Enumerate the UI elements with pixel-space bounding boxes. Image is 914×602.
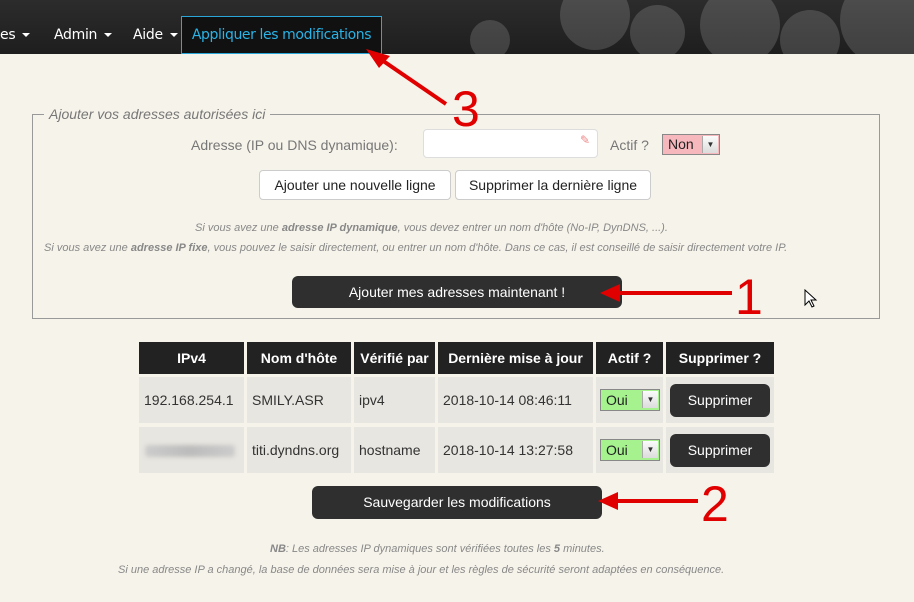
- cell-updated: 2018-10-14 08:46:11: [438, 377, 593, 423]
- bokeh-decoration: [700, 0, 780, 54]
- nav-menu-admin[interactable]: Admin: [54, 16, 113, 54]
- bokeh-decoration: [780, 10, 840, 54]
- row-actif-select[interactable]: Oui ▼: [600, 439, 660, 461]
- chevron-down-icon: ▼: [642, 441, 658, 458]
- row-actif-select[interactable]: Oui ▼: [600, 389, 660, 411]
- note-fixed-ip: Si vous avez une adresse IP fixe, vous p…: [44, 242, 788, 254]
- table-header-actif: Actif ?: [596, 342, 663, 374]
- table-header-verified: Vérifié par: [354, 342, 435, 374]
- add-line-button[interactable]: Ajouter une nouvelle ligne: [259, 170, 451, 200]
- table-header-delete: Supprimer ?: [666, 342, 774, 374]
- table-header-hostname: Nom d'hôte: [247, 342, 351, 374]
- actif-label: Actif ?: [610, 137, 649, 153]
- nav-menu-es[interactable]: es: [0, 16, 31, 54]
- cell-ipv4: 192.168.254.1: [139, 377, 244, 423]
- delete-row-button[interactable]: Supprimer: [670, 384, 770, 417]
- caret-down-icon: [104, 33, 113, 37]
- cell-verified: ipv4: [354, 377, 435, 423]
- caret-down-icon: [169, 33, 178, 37]
- address-input[interactable]: [423, 129, 598, 158]
- fieldset-legend: Ajouter vos adresses autorisées ici: [44, 106, 271, 122]
- bokeh-decoration: [470, 20, 510, 54]
- bokeh-decoration: [560, 0, 630, 50]
- caret-down-icon: [22, 33, 31, 37]
- remove-line-button[interactable]: Supprimer la dernière ligne: [455, 170, 651, 200]
- annotation-number-1: 1: [735, 269, 763, 325]
- pen-icon: ✎: [580, 133, 591, 147]
- annotation-number-2: 2: [701, 476, 729, 532]
- cell-updated: 2018-10-14 13:27:58: [438, 427, 593, 473]
- footnote-nb: NB: Les adresses IP dynamiques sont véri…: [270, 543, 605, 555]
- delete-row-button[interactable]: Supprimer: [670, 434, 770, 467]
- save-changes-button[interactable]: Sauvegarder les modifications: [312, 486, 602, 519]
- address-label: Adresse (IP ou DNS dynamique):: [191, 137, 398, 153]
- add-addresses-button[interactable]: Ajouter mes adresses maintenant !: [292, 276, 622, 308]
- nav-menu-aide[interactable]: Aide: [133, 16, 178, 54]
- table-header-updated: Dernière mise à jour: [438, 342, 593, 374]
- chevron-down-icon: ▼: [642, 391, 658, 408]
- bokeh-decoration: [840, 0, 914, 54]
- blurred-ip: [145, 445, 235, 457]
- annotation-arrow-3: [374, 54, 448, 106]
- actif-select[interactable]: Non ▼: [662, 134, 720, 155]
- chevron-down-icon: ▼: [702, 136, 718, 153]
- note-dynamic-ip: Si vous avez une adresse IP dynamique, v…: [195, 222, 668, 234]
- cell-verified: hostname: [354, 427, 435, 473]
- cell-hostname: titi.dyndns.org: [247, 427, 351, 473]
- apply-changes-button[interactable]: Appliquer les modifications: [181, 16, 382, 54]
- footnote-update: Si une adresse IP a changé, la base de d…: [118, 564, 725, 576]
- table-header-ipv4: IPv4: [139, 342, 244, 374]
- mouse-cursor-icon: [804, 289, 818, 308]
- annotation-number-3: 3: [452, 81, 480, 137]
- cell-hostname: SMILY.ASR: [247, 377, 351, 423]
- bokeh-decoration: [630, 5, 685, 54]
